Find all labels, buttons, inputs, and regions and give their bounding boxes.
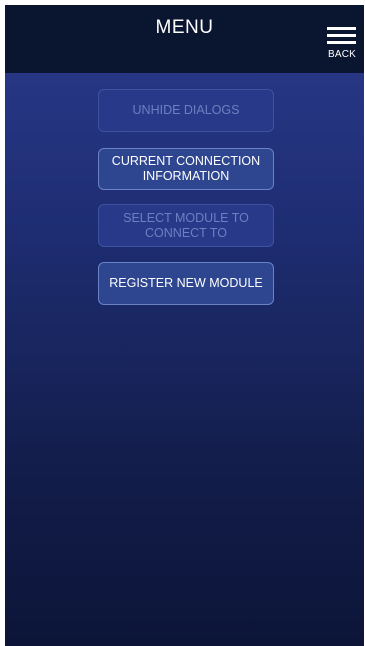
hamburger-menu-icon (327, 27, 356, 45)
unhide-dialogs-label: UNHIDE DIALOGS (132, 103, 240, 117)
app-screen: MENU BACK UNHIDE DIALOGS CURRENT CONNECT… (5, 5, 364, 646)
unhide-dialogs-button[interactable]: UNHIDE DIALOGS (98, 89, 274, 132)
register-new-module-label: REGISTER NEW MODULE (109, 276, 263, 290)
current-connection-information-label: CURRENT CONNECTION INFORMATION (111, 154, 261, 183)
register-new-module-button[interactable]: REGISTER NEW MODULE (98, 262, 274, 305)
current-connection-information-button[interactable]: CURRENT CONNECTION INFORMATION (98, 148, 274, 190)
back-button[interactable]: BACK (325, 27, 359, 63)
select-module-label: SELECT MODULE TO CONNECT TO (123, 210, 249, 240)
select-module-button[interactable]: SELECT MODULE TO CONNECT TO (98, 204, 274, 247)
page-title: MENU (155, 17, 214, 38)
header-bar: MENU BACK (5, 5, 364, 73)
back-label: BACK (327, 49, 357, 60)
